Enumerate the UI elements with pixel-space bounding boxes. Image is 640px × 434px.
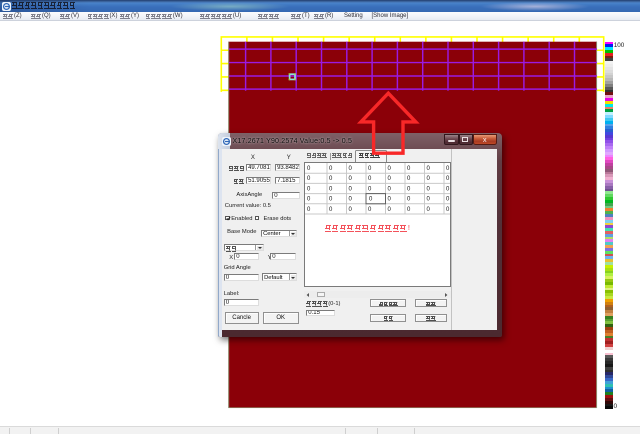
svg-text:0: 0: [348, 186, 352, 192]
svg-text:0: 0: [407, 176, 411, 182]
svg-text:0: 0: [387, 207, 391, 213]
svg-text:0: 0: [348, 207, 352, 213]
svg-text:0: 0: [368, 207, 372, 213]
svg-text:0: 0: [307, 197, 311, 203]
svg-text:0: 0: [329, 197, 333, 203]
svg-text:0: 0: [368, 176, 372, 182]
svg-text:0: 0: [348, 197, 352, 203]
svg-text:0: 0: [307, 176, 311, 182]
svg-text:0: 0: [307, 166, 311, 172]
svg-text:0: 0: [387, 186, 391, 192]
svg-text:0: 0: [426, 166, 430, 172]
svg-text:0: 0: [407, 186, 411, 192]
svg-text:0: 0: [329, 186, 333, 192]
svg-text:0: 0: [407, 207, 411, 213]
svg-text:0: 0: [329, 207, 333, 213]
svg-text:0: 0: [368, 186, 372, 192]
svg-text:0: 0: [446, 207, 450, 213]
svg-text:0: 0: [407, 166, 411, 172]
svg-text:0: 0: [426, 197, 430, 203]
svg-text:0: 0: [426, 176, 430, 182]
svg-text:0: 0: [387, 176, 391, 182]
svg-text:0: 0: [329, 166, 333, 172]
svg-text:0: 0: [446, 186, 450, 192]
svg-text:0: 0: [329, 176, 333, 182]
svg-text:0: 0: [369, 197, 373, 203]
svg-text:0: 0: [307, 186, 311, 192]
svg-text:0: 0: [387, 197, 391, 203]
svg-text:0: 0: [307, 207, 311, 213]
svg-text:0: 0: [446, 197, 450, 203]
svg-text:0: 0: [446, 176, 450, 182]
svg-text:0: 0: [407, 197, 411, 203]
svg-text:0: 0: [387, 166, 391, 172]
svg-text:0: 0: [426, 207, 430, 213]
svg-text:0: 0: [446, 166, 450, 172]
svg-text:0: 0: [426, 186, 430, 192]
svg-text:0: 0: [348, 176, 352, 182]
svg-text:0: 0: [348, 166, 352, 172]
svg-text:0: 0: [368, 166, 372, 172]
